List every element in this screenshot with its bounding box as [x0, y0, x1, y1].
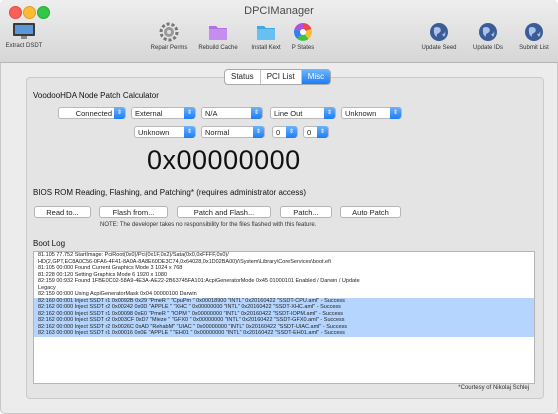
connection-popup[interactable]: Connected ⇕ [58, 107, 126, 119]
auto-patch-button[interactable]: Auto Patch [340, 206, 401, 218]
install-kext-button[interactable]: Install Kext [244, 22, 288, 51]
num-value-1: 0 [276, 128, 281, 137]
popup-arrow-icon: ⇕ [253, 126, 264, 138]
popup-arrow-icon: ⇕ [390, 107, 401, 119]
color-wheel-icon [294, 22, 312, 41]
tab-pci-list[interactable]: PCI List [261, 70, 302, 84]
submit-list-label: Submit List [519, 45, 549, 51]
location-popup[interactable]: External ⇕ [131, 107, 196, 119]
kext-folder-icon [257, 26, 275, 40]
update-ids-button[interactable]: Update IDs [466, 22, 510, 51]
log-line: 82:163 00:000 Inject SSDT r1 0x00016 0x0… [34, 330, 534, 337]
connection-value: Connected [75, 109, 112, 118]
popup-arrow-icon: ⇕ [317, 126, 328, 138]
device-popup[interactable]: Line Out ⇕ [270, 107, 336, 119]
titlebar: DPCIManager Extract DSDT Repair Perms Re [0, 0, 558, 63]
repair-perms-label: Repair Perms [150, 45, 188, 51]
update-seed-label: Update Seed [421, 45, 457, 51]
mode-value: Normal [205, 128, 230, 137]
bios-section-title: BIOS ROM Reading, Flashing, and Patching… [33, 188, 307, 197]
popup-arrow-icon: ⇕ [251, 107, 262, 119]
mode-popup[interactable]: Normal ⇕ [201, 126, 265, 138]
na-popup[interactable]: N/A ⇕ [201, 107, 263, 119]
device-value: Line Out [274, 109, 303, 118]
flash-from-button[interactable]: Flash from... [99, 206, 168, 218]
num-value-2: 0 [307, 128, 312, 137]
rebuild-cache-label: Rebuild Cache [198, 45, 238, 51]
patch-result: 0x00000000 [147, 145, 301, 175]
update-ids-label: Update IDs [472, 45, 503, 51]
rebuild-cache-button[interactable]: Rebuild Cache [194, 22, 242, 51]
num-popup-2[interactable]: 0 ⇕ [303, 126, 329, 138]
pstates-label: P States [291, 45, 315, 51]
courtesy-note: *Courtesy of Nikolaj Schlej [458, 385, 529, 391]
boot-log-title: Boot Log [33, 239, 66, 248]
patch-and-flash-button[interactable]: Patch and Flash... [177, 206, 271, 218]
popup-arrow-icon: ⇕ [286, 126, 297, 138]
unknown-popup-2[interactable]: Unknown ⇕ [134, 126, 196, 138]
popup-arrow-icon: ⇕ [184, 107, 195, 119]
unknown-popup-1[interactable]: Unknown ⇕ [341, 107, 402, 119]
tab-misc[interactable]: Misc [301, 70, 331, 84]
extract-dsdt-button[interactable]: Extract DSDT [2, 22, 46, 49]
boot-log-textview[interactable]: 81.105 77.752 StartImage: PciRoot(0x0)/P… [33, 251, 535, 384]
na-value: N/A [205, 109, 218, 118]
globe-icon [479, 23, 497, 41]
app-window: DPCIManager Extract DSDT Repair Perms Re [0, 0, 558, 414]
popup-arrow-icon: ⇕ [324, 107, 335, 119]
tab-bar: Status PCI List Misc [224, 69, 332, 85]
monitor-icon [13, 23, 35, 39]
patch-button[interactable]: Patch... [280, 206, 332, 218]
repair-perms-button[interactable]: Repair Perms [146, 22, 192, 51]
num-popup-1[interactable]: 0 ⇕ [272, 126, 298, 138]
location-value: External [135, 109, 163, 118]
install-kext-label: Install Kext [251, 45, 281, 51]
pstates-button[interactable]: P States [285, 22, 321, 51]
read-to-button[interactable]: Read to... [34, 206, 91, 218]
unknown-value-1: Unknown [345, 109, 377, 118]
update-seed-button[interactable]: Update Seed [416, 22, 462, 51]
window-title: DPCIManager [244, 5, 314, 17]
globe-icon [525, 23, 543, 41]
unknown-value-2: Unknown [138, 128, 170, 137]
popup-arrow-icon: ⇕ [184, 126, 195, 138]
submit-list-button[interactable]: Submit List [512, 22, 556, 51]
hda-section-title: VoodooHDA Node Patch Calculator [33, 91, 159, 100]
tab-status[interactable]: Status [225, 70, 261, 84]
extract-dsdt-label: Extract DSDT [5, 43, 43, 49]
popup-arrow-icon: ⇕ [114, 107, 125, 119]
globe-icon [430, 23, 448, 41]
folder-icon [209, 26, 227, 40]
bios-note: NOTE: The developer takes no responsibil… [100, 222, 317, 228]
gear-icon [159, 22, 179, 42]
